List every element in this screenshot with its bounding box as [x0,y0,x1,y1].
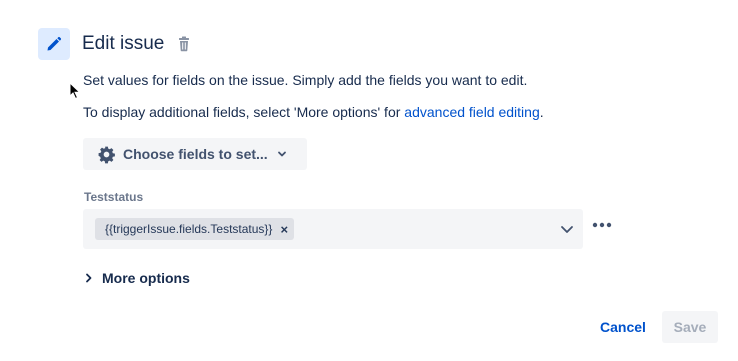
chevron-down-icon [277,151,286,157]
remove-tag-button[interactable]: × [280,223,288,236]
more-options-label: More options [102,270,190,286]
tag-label: {{triggerIssue.fields.Teststatus}} [105,222,273,236]
edit-action-icon-badge [38,28,70,60]
trash-icon[interactable] [177,36,191,52]
description-advanced-hint: To display additional fields, select 'Mo… [83,104,544,120]
gear-icon [98,146,115,163]
chevron-down-icon[interactable] [559,221,575,237]
choose-fields-label: Choose fields to set... [123,146,268,162]
chevron-right-icon [86,273,92,283]
choose-fields-button[interactable]: Choose fields to set... [83,138,307,170]
mouse-cursor-icon [69,82,81,100]
page-title: Edit issue [82,33,165,54]
pencil-icon [47,36,62,51]
hint-suffix: . [539,104,544,120]
more-actions-icon[interactable] [592,222,612,228]
description-text: Set values for fields on the issue. Simp… [83,72,528,88]
more-options-toggle[interactable]: More options [85,270,190,286]
teststatus-select[interactable]: {{triggerIssue.fields.Teststatus}} × [83,209,583,249]
cancel-button[interactable]: Cancel [600,319,646,335]
advanced-field-editing-link[interactable]: advanced field editing [404,104,539,120]
hint-prefix: To display additional fields, select 'Mo… [83,104,405,120]
save-button[interactable]: Save [662,311,718,343]
selected-value-tag: {{triggerIssue.fields.Teststatus}} × [95,218,295,240]
field-label-teststatus: Teststatus [84,190,144,204]
